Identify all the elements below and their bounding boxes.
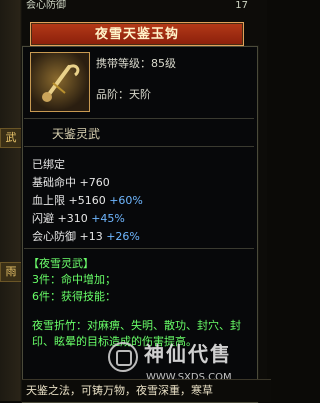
seal-icon: [108, 341, 138, 372]
item-quality: 品阶：天阶: [96, 88, 151, 101]
divider: [24, 118, 254, 119]
watermark-brand: 神仙代售: [144, 342, 232, 366]
stat-base: +310: [57, 212, 88, 225]
sidebar-tab-label: 武: [5, 131, 17, 144]
watermark: 神仙代售 WWW.SXDS.COM: [108, 338, 263, 384]
stat-row: 基础命中 +760: [32, 175, 110, 190]
previous-stat-label: 会心防御: [26, 0, 66, 11]
stat-base: +13: [79, 230, 103, 243]
item-title: 夜雪天鉴玉钩: [94, 27, 179, 42]
previous-stat-value: 17: [235, 0, 248, 11]
set-bonus-3: 3件：命中增加；: [32, 273, 116, 286]
stat-name: 基础命中: [32, 176, 76, 189]
bound-status: 已绑定: [32, 158, 65, 171]
stat-row: 血上限 +5160 +60%: [32, 193, 143, 208]
divider: [24, 248, 254, 249]
sidebar-tab2-label: 雨: [5, 265, 17, 278]
sidebar-tab-yu[interactable]: 雨: [0, 262, 22, 282]
item-icon[interactable]: [30, 52, 90, 112]
stat-extra: +60%: [109, 194, 143, 207]
jade-hook-icon: [42, 64, 80, 102]
stat-name: 闪避: [32, 212, 54, 225]
item-title-bar: 夜雪天鉴玉钩: [30, 22, 244, 46]
carry-level: 携带等级：85级: [96, 57, 176, 70]
stat-name: 血上限: [32, 194, 65, 207]
divider: [24, 146, 254, 147]
stat-row: 会心防御 +13 +26%: [32, 229, 140, 244]
stat-base: +5160: [68, 194, 106, 207]
stat-row: 闪避 +310 +45%: [32, 211, 125, 226]
flavor-text: 天鉴之法，可铸万物，夜雪深重，寒草: [22, 379, 271, 402]
stat-name: 会心防御: [32, 230, 76, 243]
stat-extra: +45%: [91, 212, 125, 225]
item-type: 天鉴灵武: [52, 127, 101, 141]
stat-extra: +26%: [106, 230, 140, 243]
set-bonus-6: 6件：获得技能：: [32, 290, 116, 303]
stat-base: +760: [79, 176, 110, 189]
previous-tooltip-row: 会心防御 17: [26, 0, 266, 12]
sidebar-tab-wu[interactable]: 武: [0, 128, 22, 148]
set-title: 【夜雪灵武】: [28, 257, 94, 270]
